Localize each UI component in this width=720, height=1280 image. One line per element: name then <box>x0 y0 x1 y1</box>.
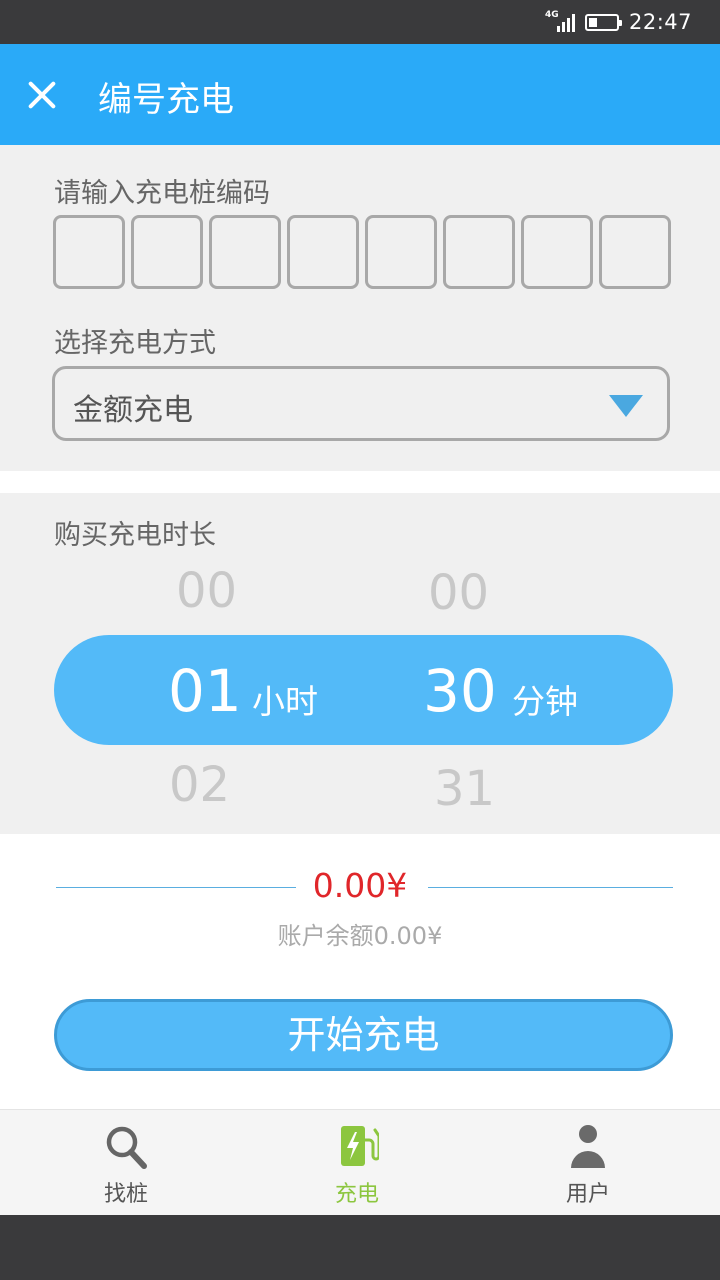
charging-station-icon <box>341 1126 379 1166</box>
code-label: 请输入充电桩编码 <box>54 178 270 209</box>
account-balance: 账户余额0.00¥ <box>277 922 443 950</box>
hours-prev[interactable]: 00 <box>176 563 237 619</box>
code-digit-8[interactable] <box>599 215 671 289</box>
battery-icon <box>584 13 622 31</box>
nav-item-user[interactable]: 用户 <box>518 1110 658 1216</box>
minutes-selected[interactable]: 30 <box>423 657 497 725</box>
hours-unit: 小时 <box>252 682 318 721</box>
picker-selection-band: 01 小时 30 分钟 <box>54 635 673 745</box>
code-digit-4[interactable] <box>287 215 359 289</box>
user-icon <box>571 1125 605 1168</box>
app-bar: 编号充电 <box>0 44 720 145</box>
code-form: 请输入充电桩编码 选择充电方式 金额充电 <box>0 145 720 471</box>
code-digit-6[interactable] <box>443 215 515 289</box>
code-digit-3[interactable] <box>209 215 281 289</box>
bottom-nav: 找桩 充电 用户 <box>0 1109 720 1215</box>
dropdown-arrow-icon <box>609 395 643 417</box>
code-digit-5[interactable] <box>365 215 437 289</box>
nav-label-user: 用户 <box>565 1182 610 1207</box>
code-digit-7[interactable] <box>521 215 593 289</box>
nav-label-charge: 充电 <box>334 1182 379 1207</box>
charge-method-select[interactable]: 金额充电 <box>52 366 670 441</box>
start-charging-button[interactable]: 开始充电 <box>54 999 673 1071</box>
minutes-next[interactable]: 31 <box>434 761 495 817</box>
method-label: 选择充电方式 <box>54 328 216 359</box>
minutes-prev[interactable]: 00 <box>428 565 489 621</box>
status-bar: 4G 22:47 <box>0 0 720 44</box>
signal-icon: 4G <box>545 10 575 34</box>
duration-picker: 购买充电时长 00 00 01 小时 30 分钟 02 31 <box>0 493 720 834</box>
hours-next[interactable]: 02 <box>169 757 230 813</box>
method-value: 金额充电 <box>73 393 193 428</box>
system-navigation-bar <box>0 1215 720 1280</box>
close-button[interactable] <box>22 76 62 116</box>
payment-section: 0.00¥ 账户余额0.00¥ 开始充电 <box>0 834 720 1109</box>
nav-item-charge[interactable]: 充电 <box>287 1110 427 1216</box>
duration-label: 购买充电时长 <box>54 520 216 551</box>
nav-item-find[interactable]: 找桩 <box>56 1110 196 1216</box>
code-digit-2[interactable] <box>131 215 203 289</box>
code-digit-1[interactable] <box>53 215 125 289</box>
price-amount: 0.00¥ <box>312 866 408 905</box>
status-time: 22:47 <box>628 10 692 34</box>
nav-label-find: 找桩 <box>103 1182 148 1207</box>
page-title: 编号充电 <box>98 80 234 120</box>
code-input-group <box>53 215 671 289</box>
minutes-unit: 分钟 <box>512 682 578 721</box>
section-divider <box>0 471 720 493</box>
hours-selected[interactable]: 01 <box>168 657 242 725</box>
search-icon <box>106 1126 147 1169</box>
